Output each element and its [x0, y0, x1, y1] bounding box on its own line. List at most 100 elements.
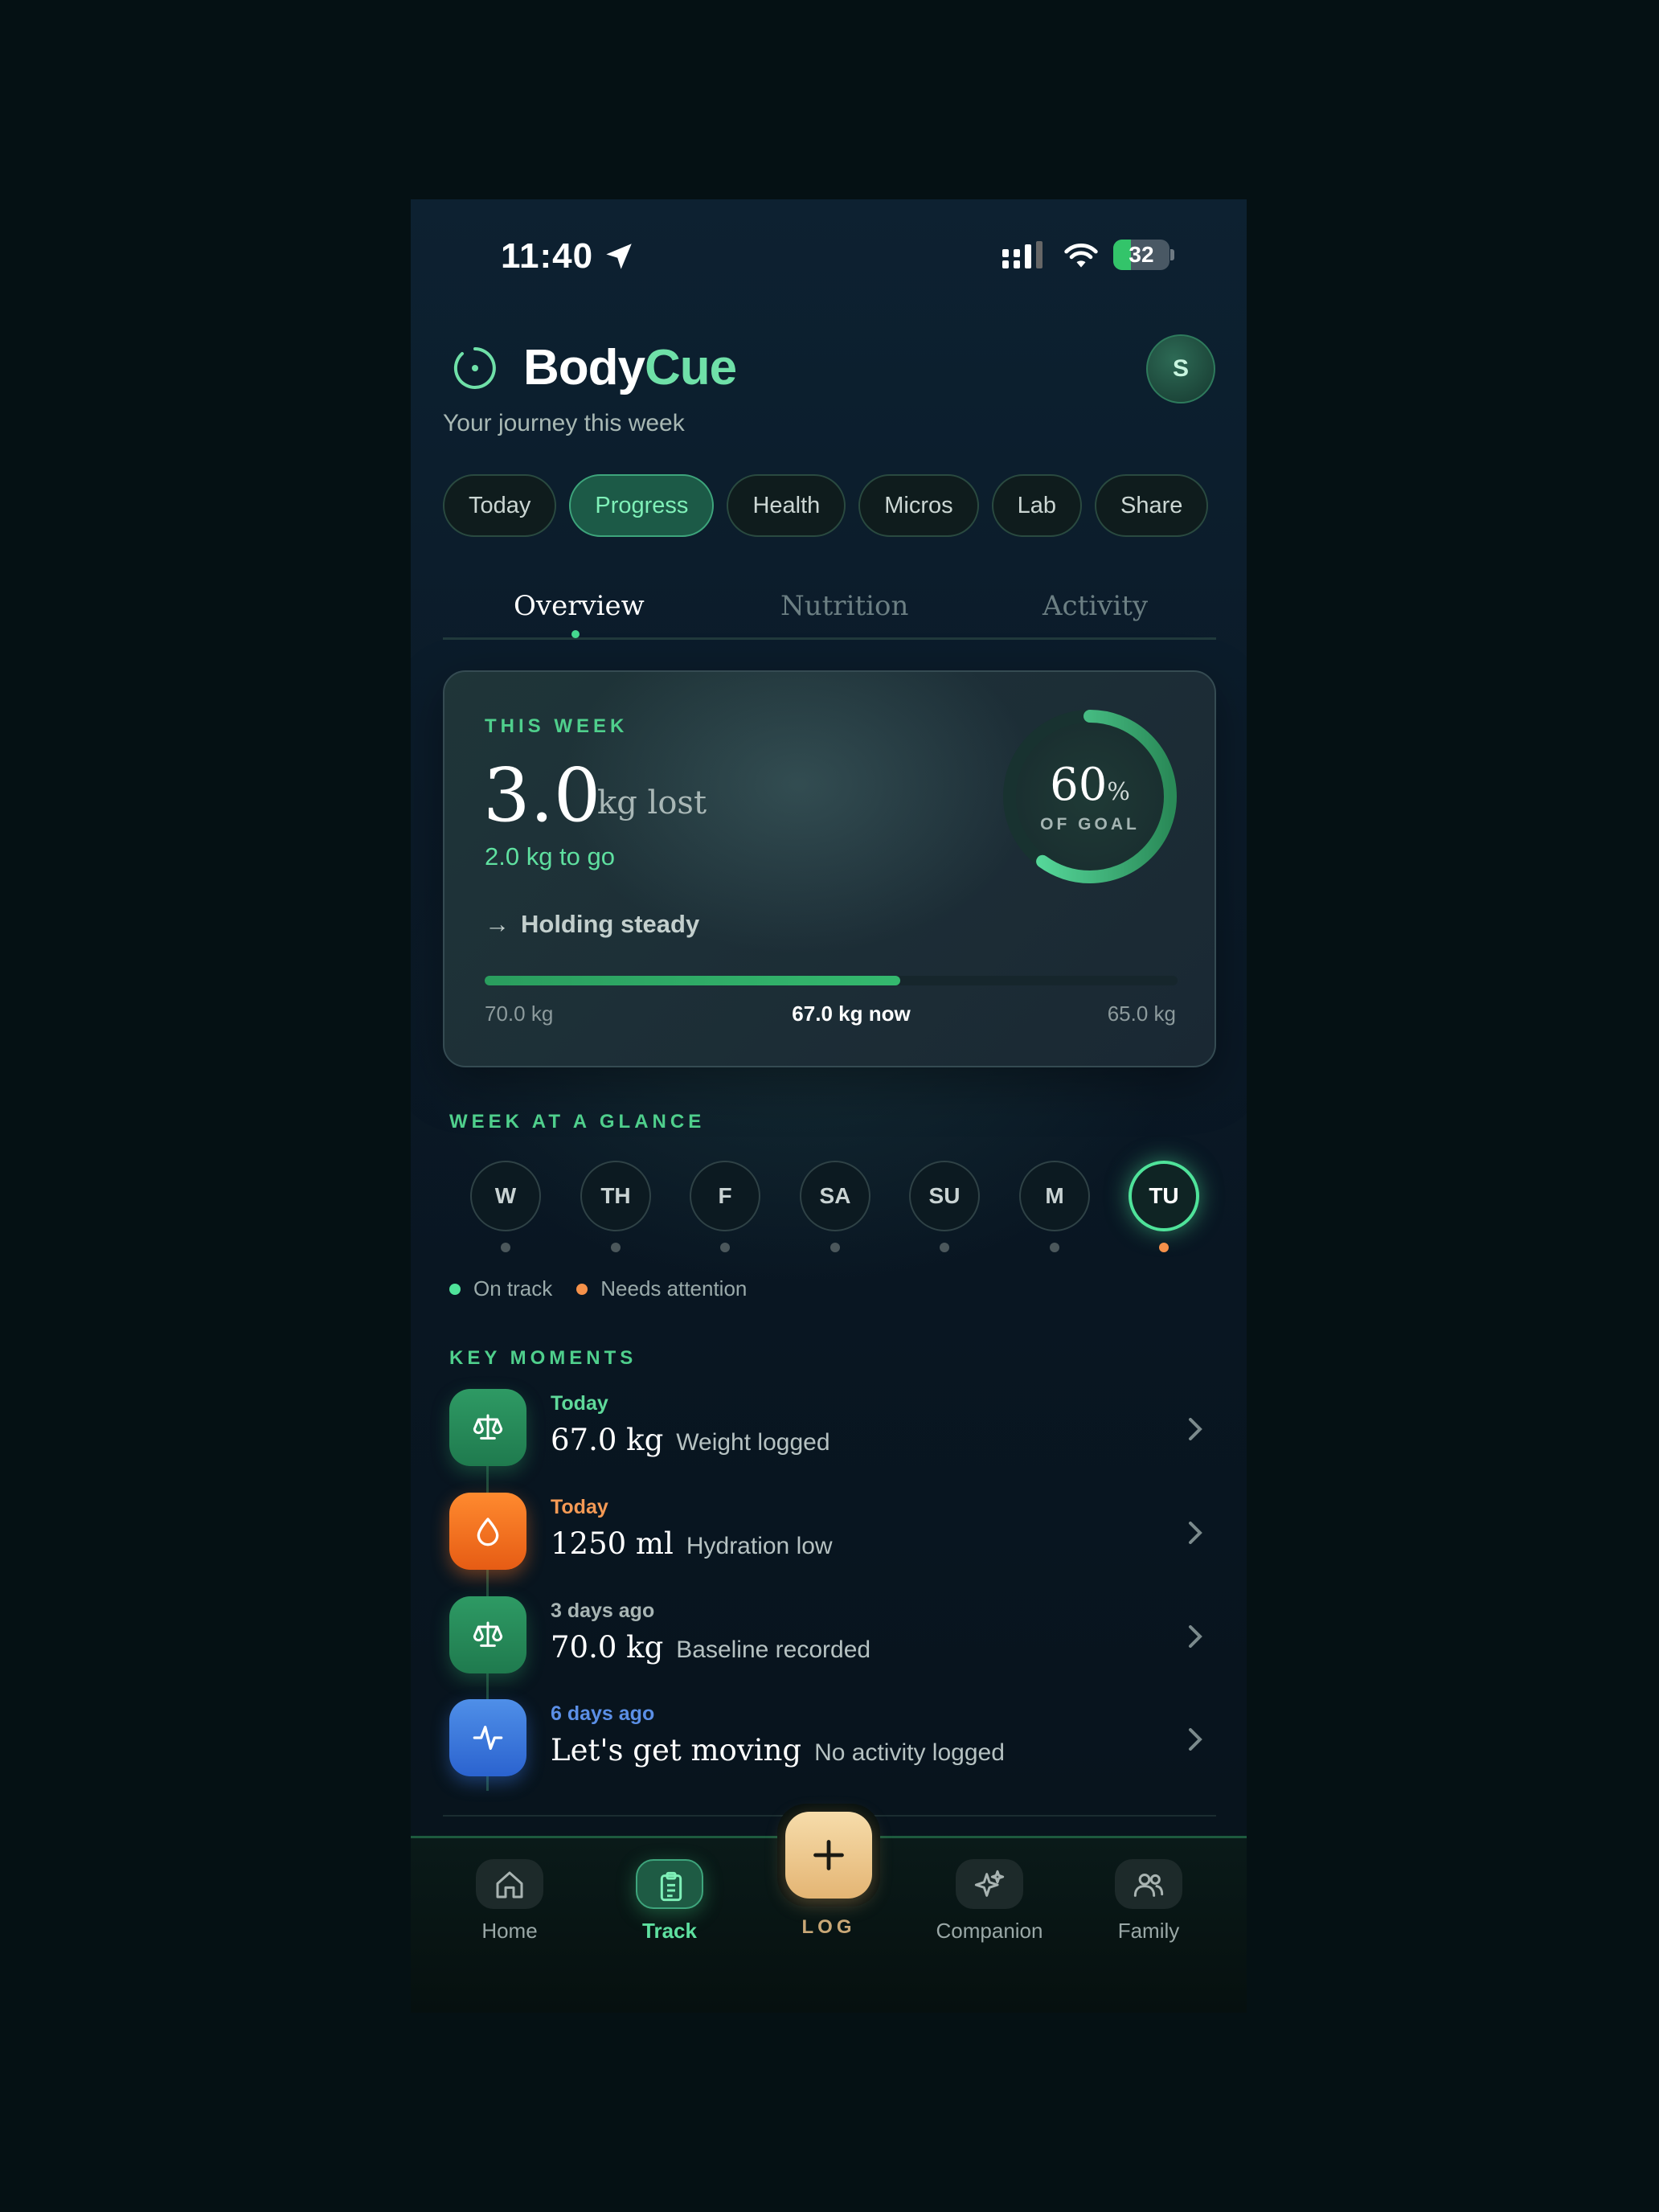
day-status-dot: [611, 1243, 621, 1252]
pill-lab[interactable]: Lab: [991, 474, 1083, 537]
nav-companion-icon-wrap: [956, 1859, 1023, 1909]
goal-percent: 60%: [997, 759, 1182, 811]
card-label: THIS WEEK: [485, 715, 629, 737]
day-status-dot: [501, 1243, 510, 1252]
tab-activity[interactable]: Activity: [1043, 590, 1148, 622]
weight-progress-fill: [485, 976, 901, 985]
nav-home-icon-wrap: [476, 1859, 543, 1909]
moment-row[interactable]: Today 67.0 kg Weight logged: [449, 1389, 1205, 1469]
moment-value: Let's get moving: [551, 1733, 802, 1768]
day-status-dot: [940, 1243, 949, 1252]
pill-progress[interactable]: Progress: [569, 474, 715, 537]
moment-row[interactable]: Today 1250 ml Hydration low: [449, 1493, 1205, 1573]
log-button[interactable]: [785, 1812, 872, 1899]
pill-health[interactable]: Health: [727, 474, 846, 537]
moment-desc: Weight logged: [676, 1429, 830, 1456]
moment-value: 67.0 kg: [551, 1423, 664, 1457]
profile-avatar[interactable]: S: [1146, 334, 1215, 403]
brand-part-cue: Cue: [645, 340, 737, 395]
nav-companion[interactable]: Companion: [925, 1859, 1054, 1944]
active-tab-indicator: [571, 630, 580, 638]
people-icon: [1133, 1874, 1164, 1897]
nav-companion-label: Companion: [936, 1919, 1043, 1943]
phone-screen: 11:40 32 BodyCue S Your journey this wee…: [411, 199, 1247, 2013]
pill-share[interactable]: Share: [1095, 474, 1209, 537]
day-sunday[interactable]: SU: [909, 1161, 980, 1231]
week-glance-label: WEEK AT A GLANCE: [449, 1111, 706, 1133]
page-subtitle: Your journey this week: [443, 410, 685, 436]
nav-home[interactable]: Home: [445, 1859, 574, 1944]
app-brand: BodyCue: [523, 339, 737, 396]
moment-value: 1250 ml: [551, 1526, 674, 1561]
attention-dot: [576, 1283, 588, 1295]
chevron-right-icon: [1189, 1625, 1202, 1648]
day-tuesday[interactable]: TU: [1129, 1161, 1199, 1231]
scale-icon: [473, 1414, 503, 1440]
day-status-dot: [830, 1243, 840, 1252]
weight-progress-track: [485, 976, 1178, 985]
moment-when: Today: [551, 1392, 608, 1415]
current-weight: 67.0 kg now: [792, 1002, 911, 1026]
bodycue-logo-icon: [453, 347, 496, 389]
chevron-right-icon: [1189, 1728, 1202, 1751]
nav-family[interactable]: Family: [1084, 1859, 1213, 1944]
pill-today[interactable]: Today: [443, 474, 557, 537]
this-week-card[interactable]: THIS WEEK 3.0 kg lost 2.0 kg to go → Hold…: [443, 670, 1216, 1067]
day-status-dot-attention: [1159, 1243, 1169, 1252]
nav-family-label: Family: [1117, 1919, 1180, 1943]
moment-icon-badge: [449, 1389, 526, 1466]
nav-track-icon-wrap: [636, 1859, 703, 1909]
location-arrow-icon: [606, 244, 632, 269]
day-saturday[interactable]: SA: [800, 1161, 870, 1231]
moment-icon-badge: [449, 1493, 526, 1570]
week-legend: On track Needs attention: [449, 1276, 747, 1301]
day-thursday[interactable]: TH: [580, 1161, 651, 1231]
goal-label: OF GOAL: [1040, 815, 1140, 834]
nav-track[interactable]: Track: [605, 1859, 734, 1944]
wifi-icon: [1064, 243, 1098, 268]
day-status-dot: [720, 1243, 730, 1252]
status-time: 11:40: [501, 236, 594, 276]
moment-value: 70.0 kg: [551, 1630, 664, 1665]
moment-row[interactable]: 6 days ago Let's get moving No activity l…: [449, 1699, 1205, 1780]
target-weight: 65.0 kg: [1107, 1002, 1176, 1026]
moment-when: 6 days ago: [551, 1702, 655, 1725]
nav-family-icon-wrap: [1115, 1859, 1182, 1909]
day-monday[interactable]: M: [1019, 1161, 1090, 1231]
clipboard-icon: [660, 1871, 682, 1902]
key-moments-label: KEY MOMENTS: [449, 1347, 637, 1369]
plus-icon: [813, 1840, 844, 1870]
on-track-dot: [449, 1283, 461, 1295]
section-pills: Today Progress Health Micros Lab Share: [443, 474, 1209, 537]
day-status-dot: [1050, 1243, 1059, 1252]
day-friday[interactable]: F: [690, 1161, 760, 1231]
trend-status: → Holding steady: [485, 910, 699, 939]
nav-track-label: Track: [642, 1919, 697, 1943]
moment-when: Today: [551, 1496, 608, 1518]
legend-on-track: On track: [473, 1276, 553, 1301]
moment-desc: Hydration low: [686, 1533, 833, 1559]
day-wednesday[interactable]: W: [470, 1161, 541, 1231]
moment-when: 3 days ago: [551, 1600, 655, 1622]
percent-sign: %: [1107, 778, 1130, 806]
goal-percent-number: 60: [1050, 759, 1108, 811]
cellular-signal-icon: [1002, 241, 1043, 268]
kg-lost-value: 3.0: [483, 752, 601, 838]
nav-home-label: Home: [481, 1919, 538, 1943]
legend-needs-attention: Needs attention: [600, 1276, 748, 1301]
battery-percent: 32: [1129, 242, 1154, 267]
kg-to-go: 2.0 kg to go: [485, 842, 616, 870]
chevron-right-icon: [1189, 1522, 1202, 1544]
scale-icon: [473, 1621, 503, 1647]
tab-overview[interactable]: Overview: [514, 590, 645, 622]
pill-micros[interactable]: Micros: [858, 474, 979, 537]
moment-desc: Baseline recorded: [676, 1636, 871, 1663]
arrow-right-icon: →: [485, 910, 510, 938]
sparkles-icon: [974, 1870, 1005, 1897]
activity-icon: [473, 1726, 503, 1750]
moment-icon-badge: [449, 1596, 526, 1673]
moment-row[interactable]: 3 days ago 70.0 kg Baseline recorded: [449, 1596, 1205, 1677]
trend-text: Holding steady: [521, 910, 700, 938]
tab-nutrition[interactable]: Nutrition: [780, 590, 908, 622]
tab-bar: Overview Nutrition Activity: [443, 585, 1216, 640]
